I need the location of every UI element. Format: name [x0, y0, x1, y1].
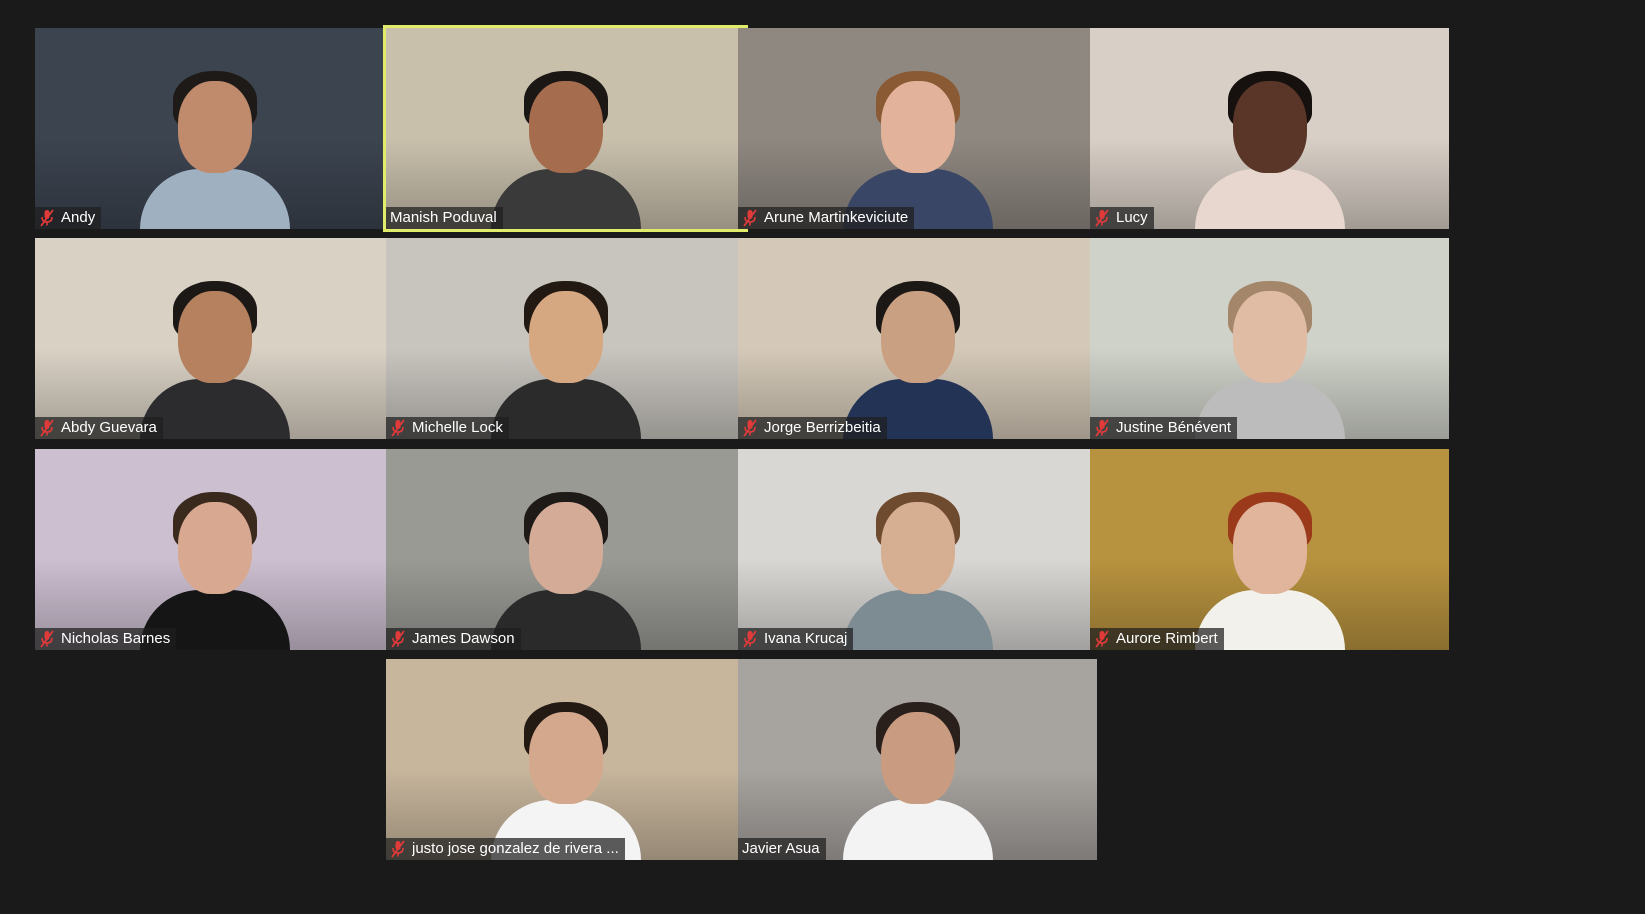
participant-tile[interactable]: Justine Bénévent: [1090, 238, 1449, 439]
participant-video: [139, 269, 290, 439]
participant-tile[interactable]: Lucy: [1090, 28, 1449, 229]
participant-name-label: James Dawson: [386, 628, 521, 650]
participant-video: [1194, 480, 1345, 650]
participant-body: [139, 169, 290, 229]
participant-tile[interactable]: justo jose gonzalez de rivera ...: [386, 659, 745, 860]
participant-body: [490, 379, 641, 439]
muted-mic-icon: [742, 419, 758, 437]
muted-mic-icon: [390, 419, 406, 437]
participant-name-label: Justine Bénévent: [1090, 417, 1238, 439]
participant-name-label: Ivana Krucaj: [738, 628, 854, 650]
participant-face: [880, 81, 955, 173]
participant-name: Aurore Rimbert: [1116, 630, 1218, 647]
participant-name-label: Lucy: [1090, 207, 1154, 229]
participant-name-label: Abdy Guevara: [35, 417, 163, 439]
participant-name: Andy: [61, 209, 96, 226]
participant-video: [490, 480, 641, 650]
participant-face: [177, 502, 252, 594]
participant-video: [139, 59, 290, 229]
participant-tile[interactable]: Javier Asua: [738, 659, 1097, 860]
participant-name: Lucy: [1116, 209, 1148, 226]
participant-name-label: Arune Martinkeviciute: [738, 207, 915, 229]
participant-name: Manish Poduval: [390, 209, 497, 226]
participant-video: [490, 269, 641, 439]
participant-tile[interactable]: Manish Poduval: [383, 25, 748, 232]
muted-mic-icon: [1094, 630, 1110, 648]
participant-body: [842, 590, 993, 650]
participant-name: Jorge Berrizbeitia: [764, 419, 881, 436]
muted-mic-icon: [390, 840, 406, 858]
participant-face: [880, 291, 955, 383]
participant-name: Arune Martinkeviciute: [764, 209, 909, 226]
muted-mic-icon: [1094, 419, 1110, 437]
participant-name: Nicholas Barnes: [61, 630, 171, 647]
participant-face: [1232, 291, 1307, 383]
participant-video: [490, 59, 641, 229]
participant-tile[interactable]: Ivana Krucaj: [738, 449, 1097, 650]
participant-face: [177, 81, 252, 173]
muted-mic-icon: [742, 630, 758, 648]
participant-tile[interactable]: Nicholas Barnes: [35, 449, 394, 650]
participant-body: [1194, 169, 1345, 229]
participant-tile[interactable]: Jorge Berrizbeitia: [738, 238, 1097, 439]
muted-mic-icon: [39, 209, 55, 227]
zoom-gallery-view: Andy Manish Poduval Arune Martinkeviciute L…: [0, 0, 1645, 914]
muted-mic-icon: [742, 209, 758, 227]
participant-name-label: justo jose gonzalez de rivera ...: [386, 838, 625, 860]
muted-mic-icon: [39, 419, 55, 437]
participant-video: [1194, 59, 1345, 229]
participant-name: Abdy Guevara: [61, 419, 157, 436]
participant-name: justo jose gonzalez de rivera ...: [412, 840, 619, 857]
participant-name-label: Jorge Berrizbeitia: [738, 417, 887, 439]
participant-video: [842, 480, 993, 650]
participant-name: Justine Bénévent: [1116, 419, 1232, 436]
participant-face: [880, 712, 955, 804]
participant-name-label: Michelle Lock: [386, 417, 509, 439]
participant-video: [490, 690, 641, 860]
participant-tile[interactable]: Aurore Rimbert: [1090, 449, 1449, 650]
participant-video: [842, 690, 993, 860]
participant-video: [842, 269, 993, 439]
participant-name-label: Aurore Rimbert: [1090, 628, 1224, 650]
participant-name: Ivana Krucaj: [764, 630, 848, 647]
participant-name: James Dawson: [412, 630, 515, 647]
participant-name: Michelle Lock: [412, 419, 503, 436]
participant-name-label: Manish Poduval: [386, 207, 503, 229]
participant-video: [139, 480, 290, 650]
participant-face: [528, 502, 603, 594]
participant-body: [490, 169, 641, 229]
participant-video: [842, 59, 993, 229]
participant-tile[interactable]: James Dawson: [386, 449, 745, 650]
muted-mic-icon: [39, 630, 55, 648]
participant-name-label: Andy: [35, 207, 102, 229]
participant-face: [880, 502, 955, 594]
participant-face: [177, 291, 252, 383]
participant-face: [528, 291, 603, 383]
participant-face: [528, 81, 603, 173]
muted-mic-icon: [1094, 209, 1110, 227]
participant-face: [1232, 81, 1307, 173]
participant-video: [1194, 269, 1345, 439]
participant-tile[interactable]: Michelle Lock: [386, 238, 745, 439]
participant-name-label: Javier Asua: [738, 838, 826, 860]
participant-name-label: Nicholas Barnes: [35, 628, 177, 650]
participant-tile[interactable]: Abdy Guevara: [35, 238, 394, 439]
participant-face: [1232, 502, 1307, 594]
participant-tile[interactable]: Arune Martinkeviciute: [738, 28, 1097, 229]
participant-face: [528, 712, 603, 804]
muted-mic-icon: [390, 630, 406, 648]
participant-tile[interactable]: Andy: [35, 28, 394, 229]
participant-name: Javier Asua: [742, 840, 820, 857]
participant-body: [842, 800, 993, 860]
